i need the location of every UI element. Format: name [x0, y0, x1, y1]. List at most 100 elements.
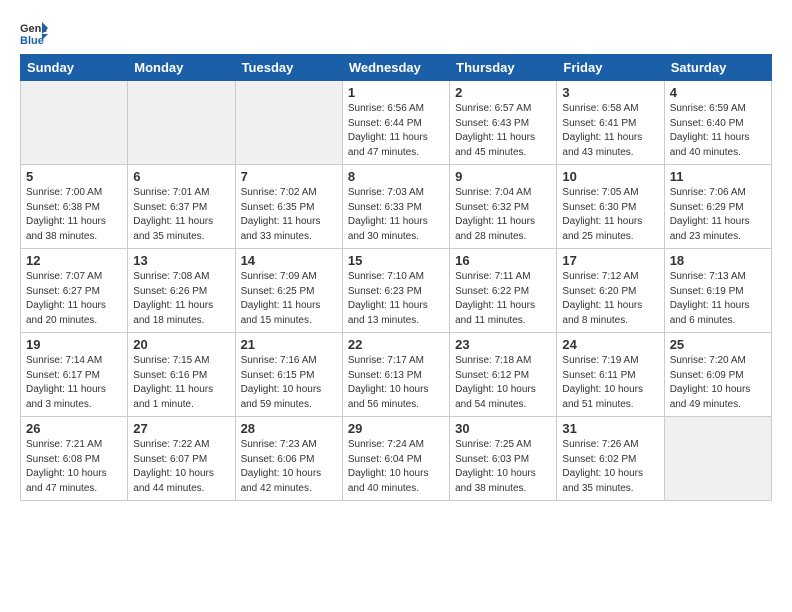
day-number: 20 [133, 337, 229, 352]
day-number: 21 [241, 337, 337, 352]
day-number: 18 [670, 253, 766, 268]
day-number: 28 [241, 421, 337, 436]
day-info: Sunrise: 7:16 AM Sunset: 6:15 PM Dayligh… [241, 354, 337, 412]
calendar-day-cell: 17Sunrise: 7:12 AM Sunset: 6:20 PM Dayli… [557, 249, 664, 333]
calendar-day-cell: 16 Sunrise: 7:11 AM Sunset: 6:22 PM Dayli… [450, 249, 557, 333]
day-number: 16 [455, 253, 551, 268]
calendar-day-cell: 26 Sunrise: 7:21 AM Sunset: 6:08 PM Dayli… [21, 417, 128, 501]
calendar-day-cell: 4 Sunrise: 6:59 AM Sunset: 6:40 PM Daylig… [664, 81, 771, 165]
day-number: 15 [348, 253, 444, 268]
day-number: 19 [26, 337, 122, 352]
calendar-day-cell: 12Sunrise: 7:07 AM Sunset: 6:27 PM Dayli… [21, 249, 128, 333]
logo: General Blue [20, 18, 52, 46]
calendar-day-cell [128, 81, 235, 165]
day-info: Sunrise: 7:12 AM Sunset: 6:20 PM Dayligh… [562, 270, 658, 328]
header: General Blue [20, 18, 772, 46]
calendar-day-cell: 29Sunrise: 7:24 AM Sunset: 6:04 PM Dayli… [342, 417, 449, 501]
day-number: 1 [348, 85, 444, 100]
day-info: Sunrise: 7:00 AM Sunset: 6:38 PM Dayligh… [26, 186, 122, 244]
calendar-day-cell: 30 Sunrise: 7:25 AM Sunset: 6:03 PM Dayli… [450, 417, 557, 501]
day-number: 25 [670, 337, 766, 352]
calendar-day-cell [664, 417, 771, 501]
calendar-day-cell: 18 Sunrise: 7:13 AM Sunset: 6:19 PM Dayli… [664, 249, 771, 333]
calendar-week-row: 12Sunrise: 7:07 AM Sunset: 6:27 PM Dayli… [21, 249, 772, 333]
day-info: Sunrise: 7:21 AM Sunset: 6:08 PM Dayligh… [26, 438, 122, 496]
calendar-day-cell: 22Sunrise: 7:17 AM Sunset: 6:13 PM Dayli… [342, 333, 449, 417]
day-info: Sunrise: 7:26 AM Sunset: 6:02 PM Dayligh… [562, 438, 658, 496]
calendar-day-cell: 1Sunrise: 6:56 AM Sunset: 6:44 PM Daylig… [342, 81, 449, 165]
day-number: 30 [455, 421, 551, 436]
day-number: 10 [562, 169, 658, 184]
calendar-week-row: 1Sunrise: 6:56 AM Sunset: 6:44 PM Daylig… [21, 81, 772, 165]
day-info: Sunrise: 7:05 AM Sunset: 6:30 PM Dayligh… [562, 186, 658, 244]
day-info: Sunrise: 7:01 AM Sunset: 6:37 PM Dayligh… [133, 186, 229, 244]
calendar-day-cell: 8Sunrise: 7:03 AM Sunset: 6:33 PM Daylig… [342, 165, 449, 249]
day-info: Sunrise: 7:02 AM Sunset: 6:35 PM Dayligh… [241, 186, 337, 244]
calendar-day-cell: 2 Sunrise: 6:57 AM Sunset: 6:43 PM Daylig… [450, 81, 557, 165]
day-info: Sunrise: 7:24 AM Sunset: 6:04 PM Dayligh… [348, 438, 444, 496]
calendar-day-cell: 3 Sunrise: 6:58 AM Sunset: 6:41 PM Daylig… [557, 81, 664, 165]
day-info: Sunrise: 7:13 AM Sunset: 6:19 PM Dayligh… [670, 270, 766, 328]
calendar-week-row: 19 Sunrise: 7:14 AM Sunset: 6:17 PM Dayli… [21, 333, 772, 417]
day-info: Sunrise: 7:20 AM Sunset: 6:09 PM Dayligh… [670, 354, 766, 412]
calendar-weekday-saturday: Saturday [664, 55, 771, 81]
logo-icon: General Blue [20, 18, 48, 46]
day-info: Sunrise: 6:58 AM Sunset: 6:41 PM Dayligh… [562, 102, 658, 160]
calendar-day-cell: 28 Sunrise: 7:23 AM Sunset: 6:06 PM Dayli… [235, 417, 342, 501]
calendar-weekday-wednesday: Wednesday [342, 55, 449, 81]
day-number: 8 [348, 169, 444, 184]
page-container: General Blue SundayMondayTuesdayWednesda… [0, 0, 792, 511]
calendar-day-cell: 23 Sunrise: 7:18 AM Sunset: 6:12 PM Dayli… [450, 333, 557, 417]
day-number: 27 [133, 421, 229, 436]
calendar-week-row: 26 Sunrise: 7:21 AM Sunset: 6:08 PM Dayli… [21, 417, 772, 501]
day-info: Sunrise: 7:08 AM Sunset: 6:26 PM Dayligh… [133, 270, 229, 328]
day-number: 14 [241, 253, 337, 268]
day-number: 24 [562, 337, 658, 352]
day-number: 4 [670, 85, 766, 100]
calendar-weekday-sunday: Sunday [21, 55, 128, 81]
day-number: 9 [455, 169, 551, 184]
calendar-day-cell: 11Sunrise: 7:06 AM Sunset: 6:29 PM Dayli… [664, 165, 771, 249]
calendar-day-cell: 24 Sunrise: 7:19 AM Sunset: 6:11 PM Dayli… [557, 333, 664, 417]
day-info: Sunrise: 7:07 AM Sunset: 6:27 PM Dayligh… [26, 270, 122, 328]
calendar-day-cell: 7 Sunrise: 7:02 AM Sunset: 6:35 PM Daylig… [235, 165, 342, 249]
day-info: Sunrise: 7:09 AM Sunset: 6:25 PM Dayligh… [241, 270, 337, 328]
calendar-weekday-thursday: Thursday [450, 55, 557, 81]
calendar-weekday-monday: Monday [128, 55, 235, 81]
day-number: 23 [455, 337, 551, 352]
calendar-day-cell: 27 Sunrise: 7:22 AM Sunset: 6:07 PM Dayli… [128, 417, 235, 501]
calendar-day-cell: 19 Sunrise: 7:14 AM Sunset: 6:17 PM Dayli… [21, 333, 128, 417]
calendar-day-cell [235, 81, 342, 165]
day-number: 6 [133, 169, 229, 184]
day-number: 31 [562, 421, 658, 436]
calendar-day-cell: 31 Sunrise: 7:26 AM Sunset: 6:02 PM Dayli… [557, 417, 664, 501]
calendar-day-cell: 25 Sunrise: 7:20 AM Sunset: 6:09 PM Dayli… [664, 333, 771, 417]
calendar-day-cell [21, 81, 128, 165]
day-number: 11 [670, 169, 766, 184]
day-info: Sunrise: 7:25 AM Sunset: 6:03 PM Dayligh… [455, 438, 551, 496]
calendar-day-cell: 14 Sunrise: 7:09 AM Sunset: 6:25 PM Dayli… [235, 249, 342, 333]
day-number: 7 [241, 169, 337, 184]
calendar-day-cell: 20Sunrise: 7:15 AM Sunset: 6:16 PM Dayli… [128, 333, 235, 417]
day-info: Sunrise: 7:18 AM Sunset: 6:12 PM Dayligh… [455, 354, 551, 412]
calendar-day-cell: 6 Sunrise: 7:01 AM Sunset: 6:37 PM Daylig… [128, 165, 235, 249]
day-number: 3 [562, 85, 658, 100]
calendar-day-cell: 10 Sunrise: 7:05 AM Sunset: 6:30 PM Dayli… [557, 165, 664, 249]
day-info: Sunrise: 7:10 AM Sunset: 6:23 PM Dayligh… [348, 270, 444, 328]
day-info: Sunrise: 7:04 AM Sunset: 6:32 PM Dayligh… [455, 186, 551, 244]
day-number: 2 [455, 85, 551, 100]
calendar-day-cell: 5Sunrise: 7:00 AM Sunset: 6:38 PM Daylig… [21, 165, 128, 249]
day-info: Sunrise: 7:19 AM Sunset: 6:11 PM Dayligh… [562, 354, 658, 412]
calendar-weekday-tuesday: Tuesday [235, 55, 342, 81]
day-info: Sunrise: 7:23 AM Sunset: 6:06 PM Dayligh… [241, 438, 337, 496]
calendar-day-cell: 13 Sunrise: 7:08 AM Sunset: 6:26 PM Dayli… [128, 249, 235, 333]
day-info: Sunrise: 6:57 AM Sunset: 6:43 PM Dayligh… [455, 102, 551, 160]
calendar-weekday-friday: Friday [557, 55, 664, 81]
day-info: Sunrise: 7:14 AM Sunset: 6:17 PM Dayligh… [26, 354, 122, 412]
day-info: Sunrise: 6:59 AM Sunset: 6:40 PM Dayligh… [670, 102, 766, 160]
day-info: Sunrise: 7:22 AM Sunset: 6:07 PM Dayligh… [133, 438, 229, 496]
calendar-day-cell: 15 Sunrise: 7:10 AM Sunset: 6:23 PM Dayli… [342, 249, 449, 333]
day-info: Sunrise: 7:11 AM Sunset: 6:22 PM Dayligh… [455, 270, 551, 328]
day-number: 13 [133, 253, 229, 268]
day-number: 26 [26, 421, 122, 436]
